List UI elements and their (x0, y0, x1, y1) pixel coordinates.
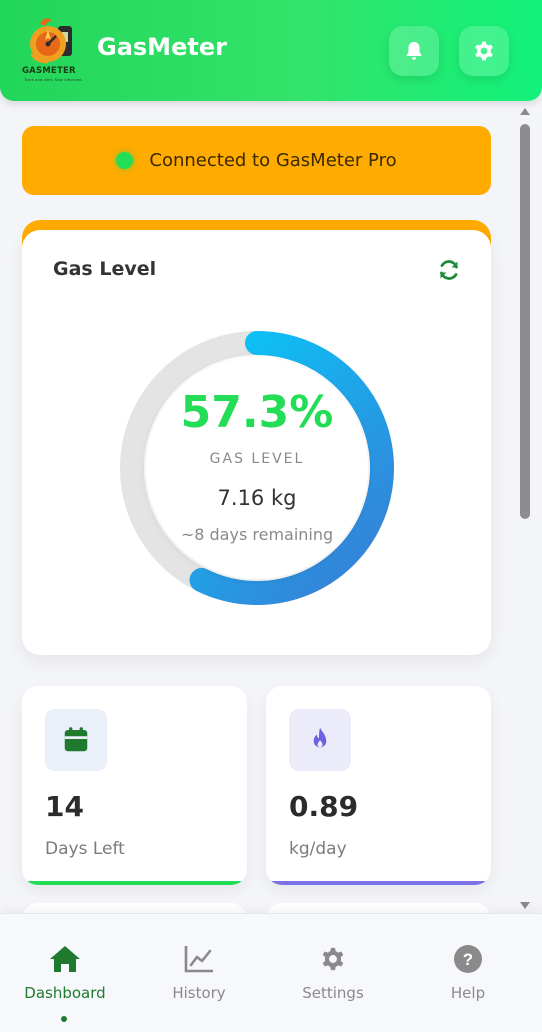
scrollbar[interactable] (517, 106, 533, 911)
stat-icon-box (289, 709, 351, 771)
logo-text: GASMETER (22, 66, 76, 76)
days-left-value: 14 (45, 790, 84, 823)
gear-icon (475, 41, 493, 61)
calendar-icon (64, 727, 88, 752)
stat-accent-bar (266, 881, 491, 885)
stat-card-days-left: 14 Days Left (22, 686, 247, 885)
refresh-icon[interactable] (437, 258, 461, 282)
logo-subtext: Track and alert. Stay informed. (24, 77, 83, 82)
nav-item-help[interactable]: ? Help (403, 914, 533, 1032)
days-left-label: Days Left (45, 839, 125, 859)
app-title: GasMeter (97, 33, 227, 61)
nav-item-dashboard[interactable]: Dashboard (0, 914, 130, 1032)
scroll-down-arrow-icon[interactable] (520, 902, 530, 909)
app-header: GASMETER Track and alert. Stay informed.… (0, 0, 542, 101)
nav-item-settings[interactable]: Settings (268, 914, 398, 1032)
scroll-up-arrow-icon[interactable] (520, 108, 530, 115)
nav-label-settings: Settings (302, 984, 364, 1002)
home-icon (48, 942, 82, 976)
stat-accent-bar (22, 881, 247, 885)
active-indicator-dot (61, 1016, 67, 1022)
gas-level-gauge (120, 331, 394, 605)
connection-status-dot (116, 152, 134, 169)
settings-button[interactable] (459, 26, 509, 76)
connection-status-text: Connected to GasMeter Pro (149, 150, 397, 171)
usage-rate-value: 0.89 (289, 790, 359, 823)
nav-label-dashboard: Dashboard (24, 984, 106, 1002)
gas-weight-value: 7.16 kg (217, 486, 297, 510)
gas-level-title: Gas Level (53, 258, 157, 280)
nav-label-history: History (172, 984, 226, 1002)
usage-rate-label: kg/day (289, 839, 347, 859)
bell-icon (406, 41, 422, 60)
bottom-navigation: Dashboard History Settings ? Help (0, 913, 542, 1032)
scrollbar-thumb[interactable] (520, 124, 530, 519)
gear-icon (316, 942, 350, 976)
notifications-button[interactable] (389, 26, 439, 76)
nav-item-history[interactable]: History (134, 914, 264, 1032)
stat-icon-box (45, 709, 107, 771)
chart-line-icon (182, 942, 216, 976)
help-icon: ? (451, 942, 485, 976)
stat-card-usage-rate: 0.89 kg/day (266, 686, 491, 885)
gas-percent-label: GAS LEVEL (209, 451, 305, 467)
flame-icon (313, 727, 327, 748)
nav-label-help: Help (450, 984, 486, 1002)
gas-percent-value: 57.3% (180, 387, 334, 438)
svg-text:?: ? (463, 950, 473, 969)
gas-level-card: Gas Level 57.3% GAS LEVEL 7.16 kg ~8 day… (22, 230, 491, 655)
days-remaining-text: ~8 days remaining (180, 525, 334, 544)
connection-banner: Connected to GasMeter Pro (22, 126, 491, 195)
